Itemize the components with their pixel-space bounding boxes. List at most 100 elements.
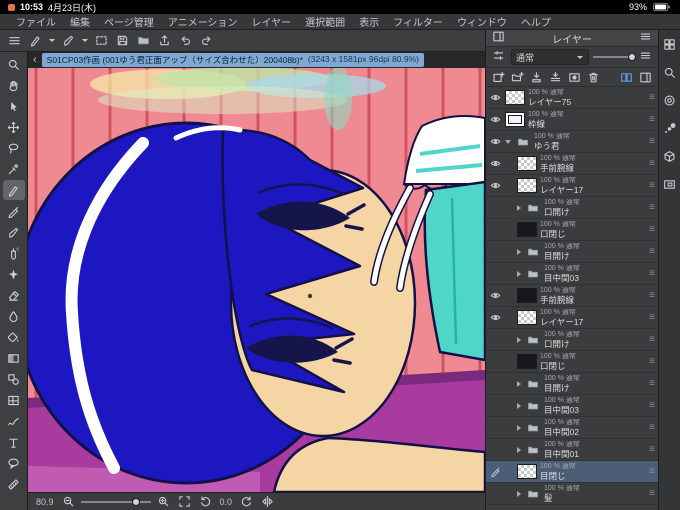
drag-handle-icon[interactable]: ≡ xyxy=(649,400,655,411)
layer-thumbnail[interactable] xyxy=(517,354,537,369)
tool-blend[interactable] xyxy=(3,306,25,326)
tool-move-layer[interactable] xyxy=(3,117,25,137)
document-tab[interactable]: S01CP03作画 (001ゆう君正面アップ（サイズ合わせた）200408b)*… xyxy=(41,53,424,67)
redo-icon[interactable] xyxy=(198,32,215,49)
merge-down-icon[interactable] xyxy=(547,69,564,86)
drag-handle-icon[interactable]: ≡ xyxy=(649,334,655,345)
brush-icon[interactable] xyxy=(60,32,77,49)
tool-decoration[interactable] xyxy=(3,264,25,284)
zoom-slider[interactable] xyxy=(80,496,151,508)
layer-row-レイヤー17[interactable]: 100 % 通常 レイヤー17 ≡ xyxy=(486,175,658,197)
layer-row-目中間03[interactable]: 100 % 通常 目中間03 ≡ xyxy=(486,395,658,417)
tool-pencil[interactable] xyxy=(3,201,25,221)
layer-row-目開け[interactable]: 100 % 通常 目開け ≡ xyxy=(486,373,658,395)
menu-item-1[interactable]: 編集 xyxy=(70,14,90,29)
visibility-eye-icon[interactable] xyxy=(487,111,504,128)
visibility-eye-icon[interactable] xyxy=(487,287,504,304)
drag-handle-icon[interactable]: ≡ xyxy=(649,356,655,367)
tool-airbrush[interactable] xyxy=(3,243,25,263)
new-folder-icon[interactable] xyxy=(509,69,526,86)
layer-thumbnail[interactable] xyxy=(517,464,537,479)
zoom-out-icon[interactable] xyxy=(60,493,77,510)
drag-handle-icon[interactable]: ≡ xyxy=(649,92,655,103)
dock-icon[interactable] xyxy=(637,69,654,86)
menu-item-6[interactable]: 表示 xyxy=(359,14,379,29)
new-layer-icon[interactable] xyxy=(490,69,507,86)
disclosure-arrow-icon[interactable] xyxy=(517,336,521,343)
tool-lasso[interactable] xyxy=(3,138,25,158)
tool-correct-line[interactable] xyxy=(3,411,25,431)
menu-item-5[interactable]: 選択範囲 xyxy=(305,14,345,29)
drag-handle-icon[interactable]: ≡ xyxy=(649,488,655,499)
export-icon[interactable] xyxy=(156,32,173,49)
rotate-cw-icon[interactable] xyxy=(238,493,255,510)
layer-row-口開け[interactable]: 100 % 通常 口開け ≡ xyxy=(486,329,658,351)
tool-frame[interactable] xyxy=(3,390,25,410)
menu-item-7[interactable]: フィルター xyxy=(393,14,443,29)
layer-row-手前腕線[interactable]: 100 % 通常 手前腕線 ≡ xyxy=(486,285,658,307)
drag-handle-icon[interactable]: ≡ xyxy=(649,466,655,477)
layer-row-口閉じ[interactable]: 100 % 通常 口閉じ ≡ xyxy=(486,351,658,373)
save-icon[interactable] xyxy=(114,32,131,49)
layer-thumbnail[interactable] xyxy=(517,178,537,193)
brush-size-icon[interactable] xyxy=(661,120,678,137)
zoom-in-icon[interactable] xyxy=(155,493,172,510)
navigator-icon[interactable] xyxy=(661,176,678,193)
panel-menu-icon[interactable] xyxy=(637,47,654,64)
layer-row-手前腕線[interactable]: 100 % 通常 手前腕線 ≡ xyxy=(486,153,658,175)
transfer-down-icon[interactable] xyxy=(528,69,545,86)
tool-figure[interactable] xyxy=(3,369,25,389)
menu-item-0[interactable]: ファイル xyxy=(16,14,56,29)
tool-eraser[interactable] xyxy=(3,285,25,305)
visibility-eye-icon[interactable] xyxy=(487,177,504,194)
menu-item-2[interactable]: ページ管理 xyxy=(104,14,154,29)
drag-handle-icon[interactable]: ≡ xyxy=(649,136,655,147)
mask-icon[interactable] xyxy=(566,69,583,86)
layer-thumbnail[interactable] xyxy=(505,112,525,127)
disclosure-arrow-icon[interactable] xyxy=(517,402,521,409)
disclosure-arrow-icon[interactable] xyxy=(517,248,521,255)
disclosure-arrow-icon[interactable] xyxy=(517,270,521,277)
undo-icon[interactable] xyxy=(177,32,194,49)
quick-access-icon[interactable] xyxy=(661,36,678,53)
visibility-eye-icon[interactable] xyxy=(487,133,504,150)
disclosure-arrow-icon[interactable] xyxy=(517,490,521,497)
tool-text[interactable] xyxy=(3,432,25,452)
tool-hand[interactable] xyxy=(3,75,25,95)
menu-item-9[interactable]: ヘルプ xyxy=(521,14,551,29)
sliders-icon[interactable] xyxy=(490,47,507,64)
menu-icon[interactable] xyxy=(6,32,23,49)
folder-icon[interactable] xyxy=(135,32,152,49)
marquee-icon[interactable] xyxy=(93,32,110,49)
tool-gradient[interactable] xyxy=(3,348,25,368)
fit-screen-icon[interactable] xyxy=(176,493,193,510)
drag-handle-icon[interactable]: ≡ xyxy=(649,246,655,257)
delete-icon[interactable] xyxy=(585,69,602,86)
layer-opacity-slider[interactable] xyxy=(593,51,637,63)
layer-row-レイヤー75[interactable]: 100 % 通常 レイヤー75 ≡ xyxy=(486,87,658,109)
two-pane-icon[interactable] xyxy=(618,69,635,86)
drag-handle-icon[interactable]: ≡ xyxy=(649,202,655,213)
tool-eyedropper[interactable] xyxy=(3,159,25,179)
menu-item-4[interactable]: レイヤー xyxy=(251,14,291,29)
layer-row-目開け[interactable]: 100 % 通常 目開け ≡ xyxy=(486,241,658,263)
disclosure-arrow-icon[interactable] xyxy=(517,424,521,431)
dock-icon[interactable] xyxy=(490,28,507,45)
tool-balloon[interactable] xyxy=(3,453,25,473)
layer-thumbnail[interactable] xyxy=(517,156,537,171)
drag-handle-icon[interactable]: ≡ xyxy=(649,224,655,235)
layer-thumbnail[interactable] xyxy=(517,288,537,303)
dropdown-caret-icon[interactable] xyxy=(49,39,55,42)
disclosure-arrow-icon[interactable] xyxy=(517,204,521,211)
blend-mode-select[interactable]: 通常 xyxy=(511,49,589,65)
drag-handle-icon[interactable]: ≡ xyxy=(649,312,655,323)
visibility-eye-icon[interactable] xyxy=(487,309,504,326)
tool-zoom[interactable] xyxy=(3,54,25,74)
layer-row-枠線[interactable]: 100 % 通常 枠線 ≡ xyxy=(486,109,658,131)
disclosure-arrow-icon[interactable] xyxy=(505,139,511,144)
pen-icon[interactable] xyxy=(27,32,44,49)
drag-handle-icon[interactable]: ≡ xyxy=(649,422,655,433)
layer-thumbnail[interactable] xyxy=(517,310,537,325)
tool-pen[interactable] xyxy=(2,180,25,200)
flip-h-icon[interactable] xyxy=(259,493,276,510)
